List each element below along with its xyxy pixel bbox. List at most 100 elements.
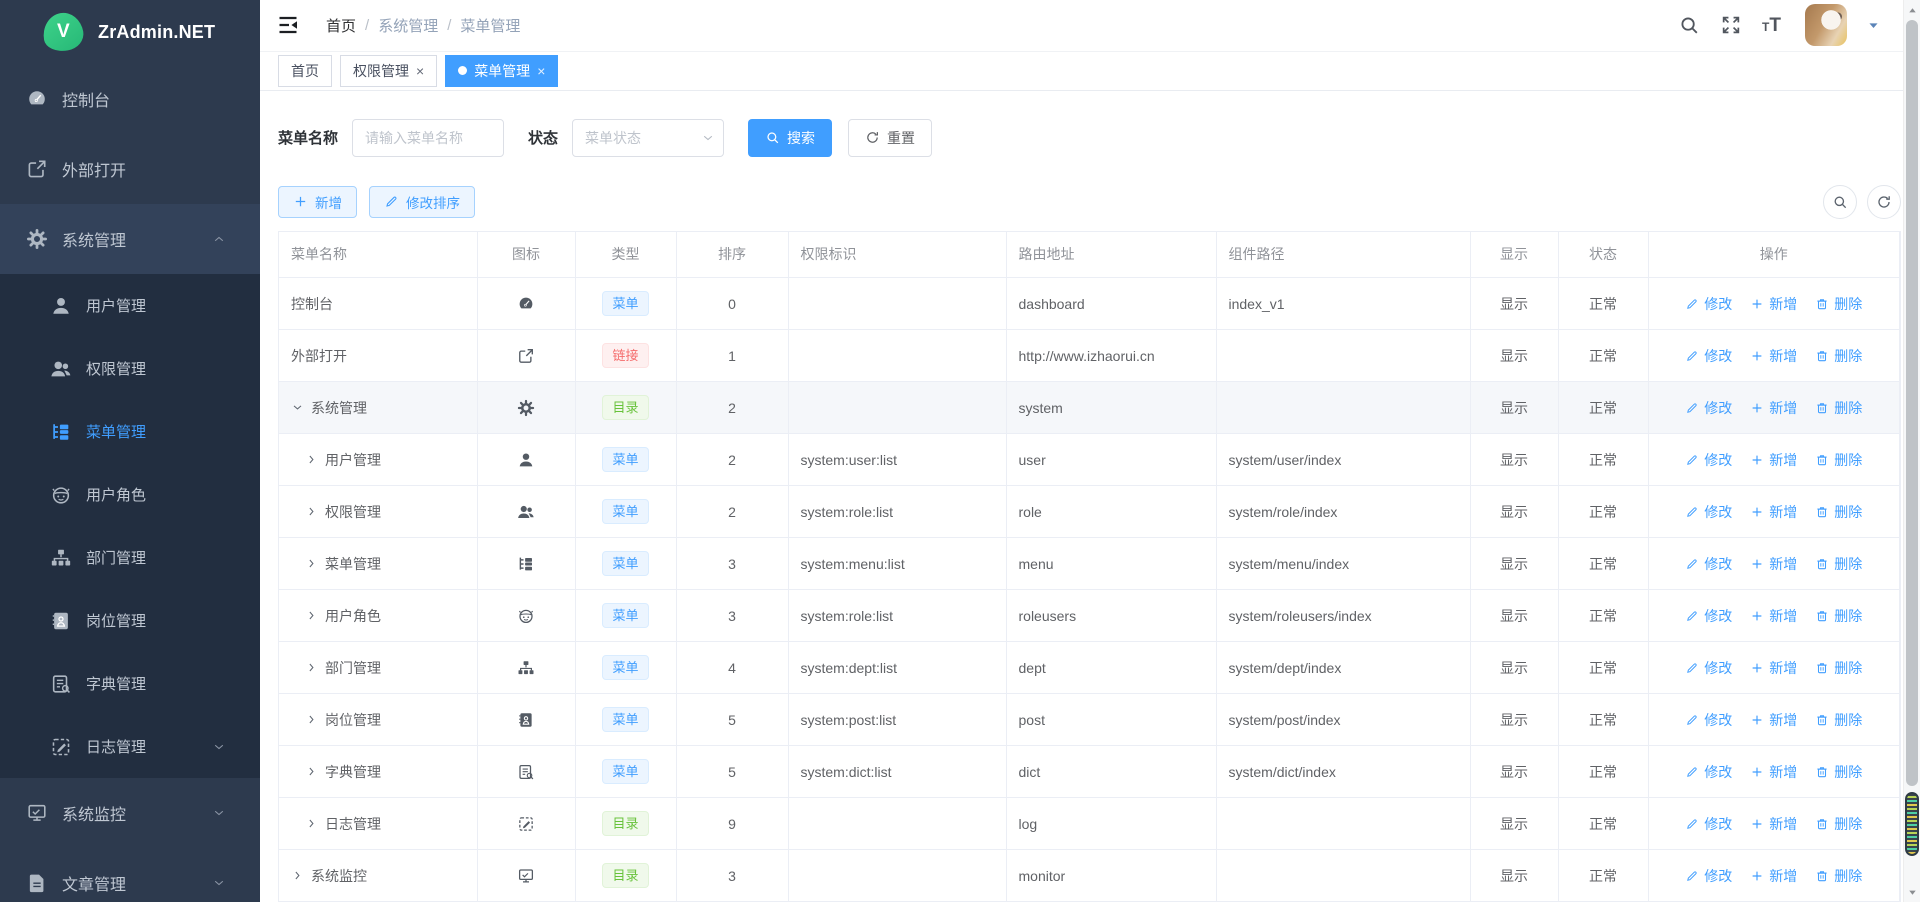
- add-row-button[interactable]: 新增: [1750, 866, 1797, 886]
- add-row-button[interactable]: 新增: [1750, 606, 1797, 626]
- chevron-right-icon[interactable]: [305, 661, 318, 674]
- sidebar-item-system-monitor[interactable]: 系统监控: [0, 778, 260, 848]
- chevron-right-icon[interactable]: [305, 817, 318, 830]
- reset-button[interactable]: 重置: [848, 119, 932, 157]
- tab-首页[interactable]: 首页: [278, 55, 332, 87]
- sidebar-item-user-admin[interactable]: 用户管理: [0, 274, 260, 337]
- add-row-button[interactable]: 新增: [1750, 502, 1797, 522]
- close-icon[interactable]: ×: [537, 64, 545, 78]
- sidebar-item-log-admin[interactable]: 日志管理: [0, 715, 260, 778]
- delete-row-button[interactable]: 删除: [1815, 554, 1862, 574]
- actions-cell: 修改新增删除: [1648, 538, 1900, 590]
- delete-row-button[interactable]: 删除: [1815, 502, 1862, 522]
- delete-row-button[interactable]: 删除: [1815, 658, 1862, 678]
- close-icon[interactable]: ×: [416, 64, 424, 78]
- font-size-icon[interactable]: TT: [1762, 16, 1781, 35]
- chevron-right-icon[interactable]: [305, 609, 318, 622]
- edit-row-button[interactable]: 修改: [1685, 762, 1732, 782]
- scroll-up-arrow[interactable]: [1904, 2, 1920, 18]
- menu-type-tag: 菜单: [602, 551, 648, 576]
- delete-row-button[interactable]: 删除: [1815, 398, 1862, 418]
- delete-row-button[interactable]: 删除: [1815, 606, 1862, 626]
- chevron-right-icon[interactable]: [305, 505, 318, 518]
- sidebar-item-dept-admin[interactable]: 部门管理: [0, 526, 260, 589]
- avatar[interactable]: [1805, 4, 1847, 46]
- scroll-down-arrow[interactable]: [1904, 884, 1920, 900]
- sidebar-item-post-admin[interactable]: 岗位管理: [0, 589, 260, 652]
- add-row-button[interactable]: 新增: [1750, 346, 1797, 366]
- chevron-right-icon[interactable]: [305, 557, 318, 570]
- search-icon[interactable]: [1678, 14, 1700, 36]
- edit-sort-button[interactable]: 修改排序: [369, 186, 475, 218]
- chevron-down-icon[interactable]: [1867, 19, 1880, 32]
- sidebar-item-dashboard[interactable]: 控制台: [0, 64, 260, 134]
- add-button[interactable]: 新增: [278, 186, 357, 218]
- edit-row-button[interactable]: 修改: [1685, 502, 1732, 522]
- doc-icon: [26, 872, 48, 894]
- edit-row-button[interactable]: 修改: [1685, 450, 1732, 470]
- add-row-button[interactable]: 新增: [1750, 658, 1797, 678]
- fullscreen-icon[interactable]: [1720, 14, 1742, 36]
- sidebar-item-menu-admin[interactable]: 菜单管理: [0, 400, 260, 463]
- window-scrollbar[interactable]: [1903, 0, 1920, 902]
- breadcrumb-separator: /: [447, 17, 451, 34]
- delete-row-button[interactable]: 删除: [1815, 450, 1862, 470]
- delete-row-button[interactable]: 删除: [1815, 346, 1862, 366]
- chevron-right-icon[interactable]: [305, 453, 318, 466]
- delete-row-button[interactable]: 删除: [1815, 814, 1862, 834]
- perm-cell: system:menu:list: [788, 538, 1006, 590]
- sidebar-item-external-open[interactable]: 外部打开: [0, 134, 260, 204]
- add-row-button[interactable]: 新增: [1750, 294, 1797, 314]
- sidebar-item-user-role[interactable]: 用户角色: [0, 463, 260, 526]
- delete-row-button[interactable]: 删除: [1815, 866, 1862, 886]
- chevron-right-icon[interactable]: [291, 869, 304, 882]
- menu-name-input[interactable]: [352, 119, 504, 157]
- delete-row-button[interactable]: 删除: [1815, 710, 1862, 730]
- add-row-button[interactable]: 新增: [1750, 398, 1797, 418]
- component-cell: [1216, 382, 1470, 434]
- add-row-button[interactable]: 新增: [1750, 762, 1797, 782]
- table-row: 用户管理菜单2system:user:listusersystem/user/i…: [279, 434, 1900, 486]
- add-row-button[interactable]: 新增: [1750, 814, 1797, 834]
- sidebar-item-system-admin[interactable]: 系统管理: [0, 204, 260, 274]
- show-search-button[interactable]: [1823, 185, 1857, 219]
- delete-row-button[interactable]: 删除: [1815, 762, 1862, 782]
- menu-name: 外部打开: [291, 346, 465, 366]
- chevron-down-icon[interactable]: [701, 131, 715, 145]
- sidebar-item-article-admin[interactable]: 文章管理: [0, 848, 260, 902]
- edit-row-button[interactable]: 修改: [1685, 346, 1732, 366]
- edit-row-button[interactable]: 修改: [1685, 554, 1732, 574]
- menu-icon-cell: [477, 642, 575, 694]
- edit-row-button[interactable]: 修改: [1685, 398, 1732, 418]
- tab-权限管理[interactable]: 权限管理×: [340, 55, 437, 87]
- edit-row-button[interactable]: 修改: [1685, 710, 1732, 730]
- chevron-right-icon[interactable]: [305, 713, 318, 726]
- add-row-button[interactable]: 新增: [1750, 450, 1797, 470]
- search-button[interactable]: 搜索: [748, 119, 832, 157]
- add-row-button[interactable]: 新增: [1750, 554, 1797, 574]
- edit-row-button[interactable]: 修改: [1685, 606, 1732, 626]
- edit-row-button[interactable]: 修改: [1685, 866, 1732, 886]
- trash-icon: [1815, 557, 1829, 571]
- collapse-sidebar-icon[interactable]: [276, 13, 300, 37]
- chevron-right-icon[interactable]: [305, 765, 318, 778]
- refresh-table-button[interactable]: [1867, 185, 1901, 219]
- menu-icon-cell: [477, 434, 575, 486]
- menu-name: 权限管理: [291, 502, 465, 522]
- edit-row-button[interactable]: 修改: [1685, 294, 1732, 314]
- add-row-button[interactable]: 新增: [1750, 710, 1797, 730]
- logo[interactable]: V ZrAdmin.NET: [0, 0, 260, 64]
- delete-row-button[interactable]: 删除: [1815, 294, 1862, 314]
- menu-icon-cell: [477, 538, 575, 590]
- edit-row-button[interactable]: 修改: [1685, 814, 1732, 834]
- chevron-down-icon[interactable]: [291, 401, 304, 414]
- sidebar-item-dict-admin[interactable]: 字典管理: [0, 652, 260, 715]
- perm-cell: system:role:list: [788, 486, 1006, 538]
- sidebar-item-perm-admin[interactable]: 权限管理: [0, 337, 260, 400]
- breadcrumb-home[interactable]: 首页: [326, 15, 356, 36]
- status-label: 状态: [528, 127, 558, 148]
- scrollbar-thumb[interactable]: [1906, 20, 1918, 786]
- edit-row-button[interactable]: 修改: [1685, 658, 1732, 678]
- tab-菜单管理[interactable]: 菜单管理×: [445, 55, 558, 87]
- action-label: 修改: [1704, 398, 1732, 418]
